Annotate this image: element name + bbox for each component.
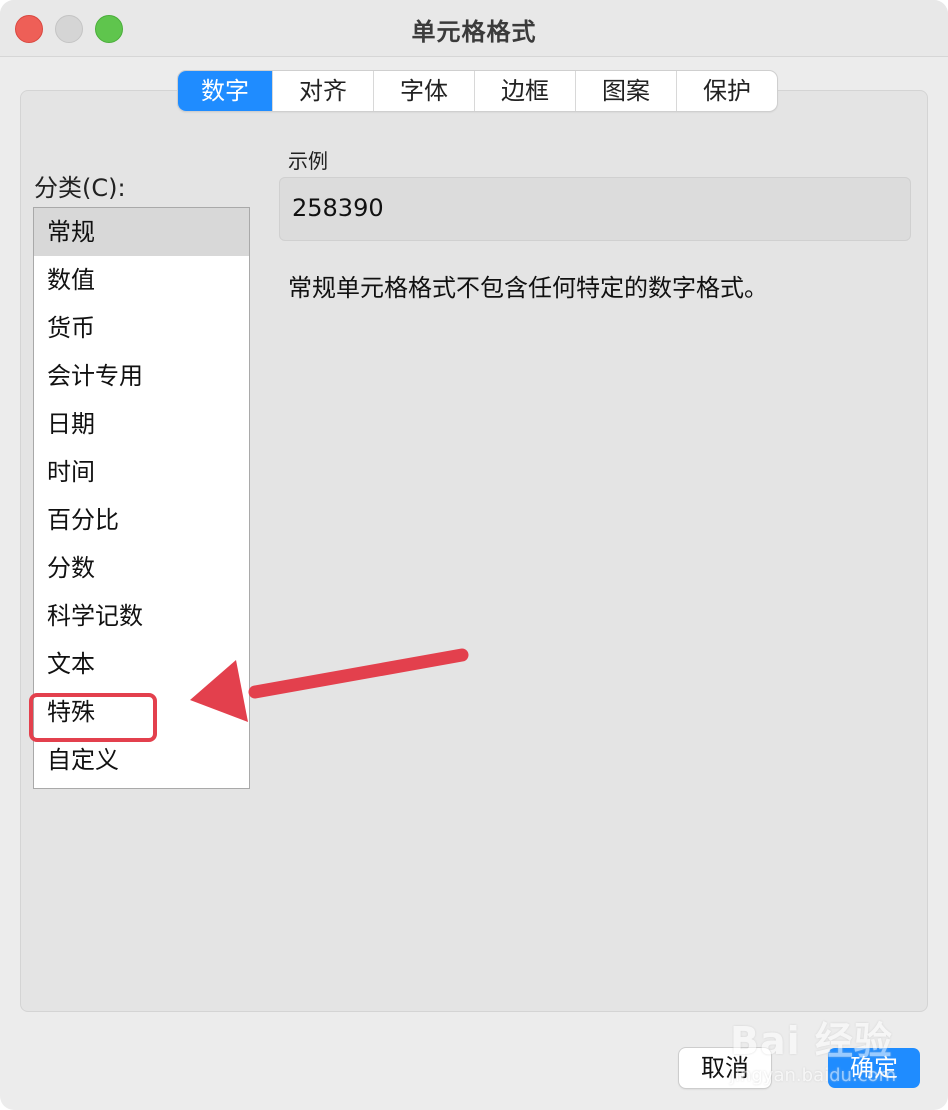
format-cells-dialog: 单元格格式 数字 对齐 字体 边框 图案 保护 分类(C): 常规 数值 货币 … xyxy=(0,0,948,1110)
tab-bar: 数字 对齐 字体 边框 图案 保护 xyxy=(178,71,777,111)
category-item-percentage[interactable]: 百分比 xyxy=(34,496,249,544)
window-title: 单元格格式 xyxy=(411,18,537,46)
tab-pattern[interactable]: 图案 xyxy=(575,71,676,111)
tab-font[interactable]: 字体 xyxy=(373,71,474,111)
category-item-time[interactable]: 时间 xyxy=(34,448,249,496)
sample-label: 示例 xyxy=(288,149,328,173)
category-item-text[interactable]: 文本 xyxy=(34,640,249,688)
title-bar: 单元格格式 xyxy=(0,0,948,57)
ok-button[interactable]: 确定 xyxy=(828,1048,920,1088)
category-item-number[interactable]: 数值 xyxy=(34,256,249,304)
tab-border[interactable]: 边框 xyxy=(474,71,575,111)
category-item-scientific[interactable]: 科学记数 xyxy=(34,592,249,640)
sample-preview-box: 258390 xyxy=(279,177,911,241)
category-item-general[interactable]: 常规 xyxy=(34,208,249,256)
format-description: 常规单元格格式不包含任何特定的数字格式。 xyxy=(288,274,768,302)
tab-alignment[interactable]: 对齐 xyxy=(272,71,373,111)
tab-protection[interactable]: 保护 xyxy=(676,71,777,111)
annotation-highlight-box xyxy=(29,693,157,742)
sample-value: 258390 xyxy=(292,194,384,222)
category-item-accounting[interactable]: 会计专用 xyxy=(34,352,249,400)
category-label: 分类(C): xyxy=(34,174,126,202)
category-item-currency[interactable]: 货币 xyxy=(34,304,249,352)
tab-number[interactable]: 数字 xyxy=(178,71,272,111)
category-item-fraction[interactable]: 分数 xyxy=(34,544,249,592)
cancel-button[interactable]: 取消 xyxy=(679,1048,771,1088)
category-item-custom[interactable]: 自定义 xyxy=(34,736,249,784)
category-item-date[interactable]: 日期 xyxy=(34,400,249,448)
